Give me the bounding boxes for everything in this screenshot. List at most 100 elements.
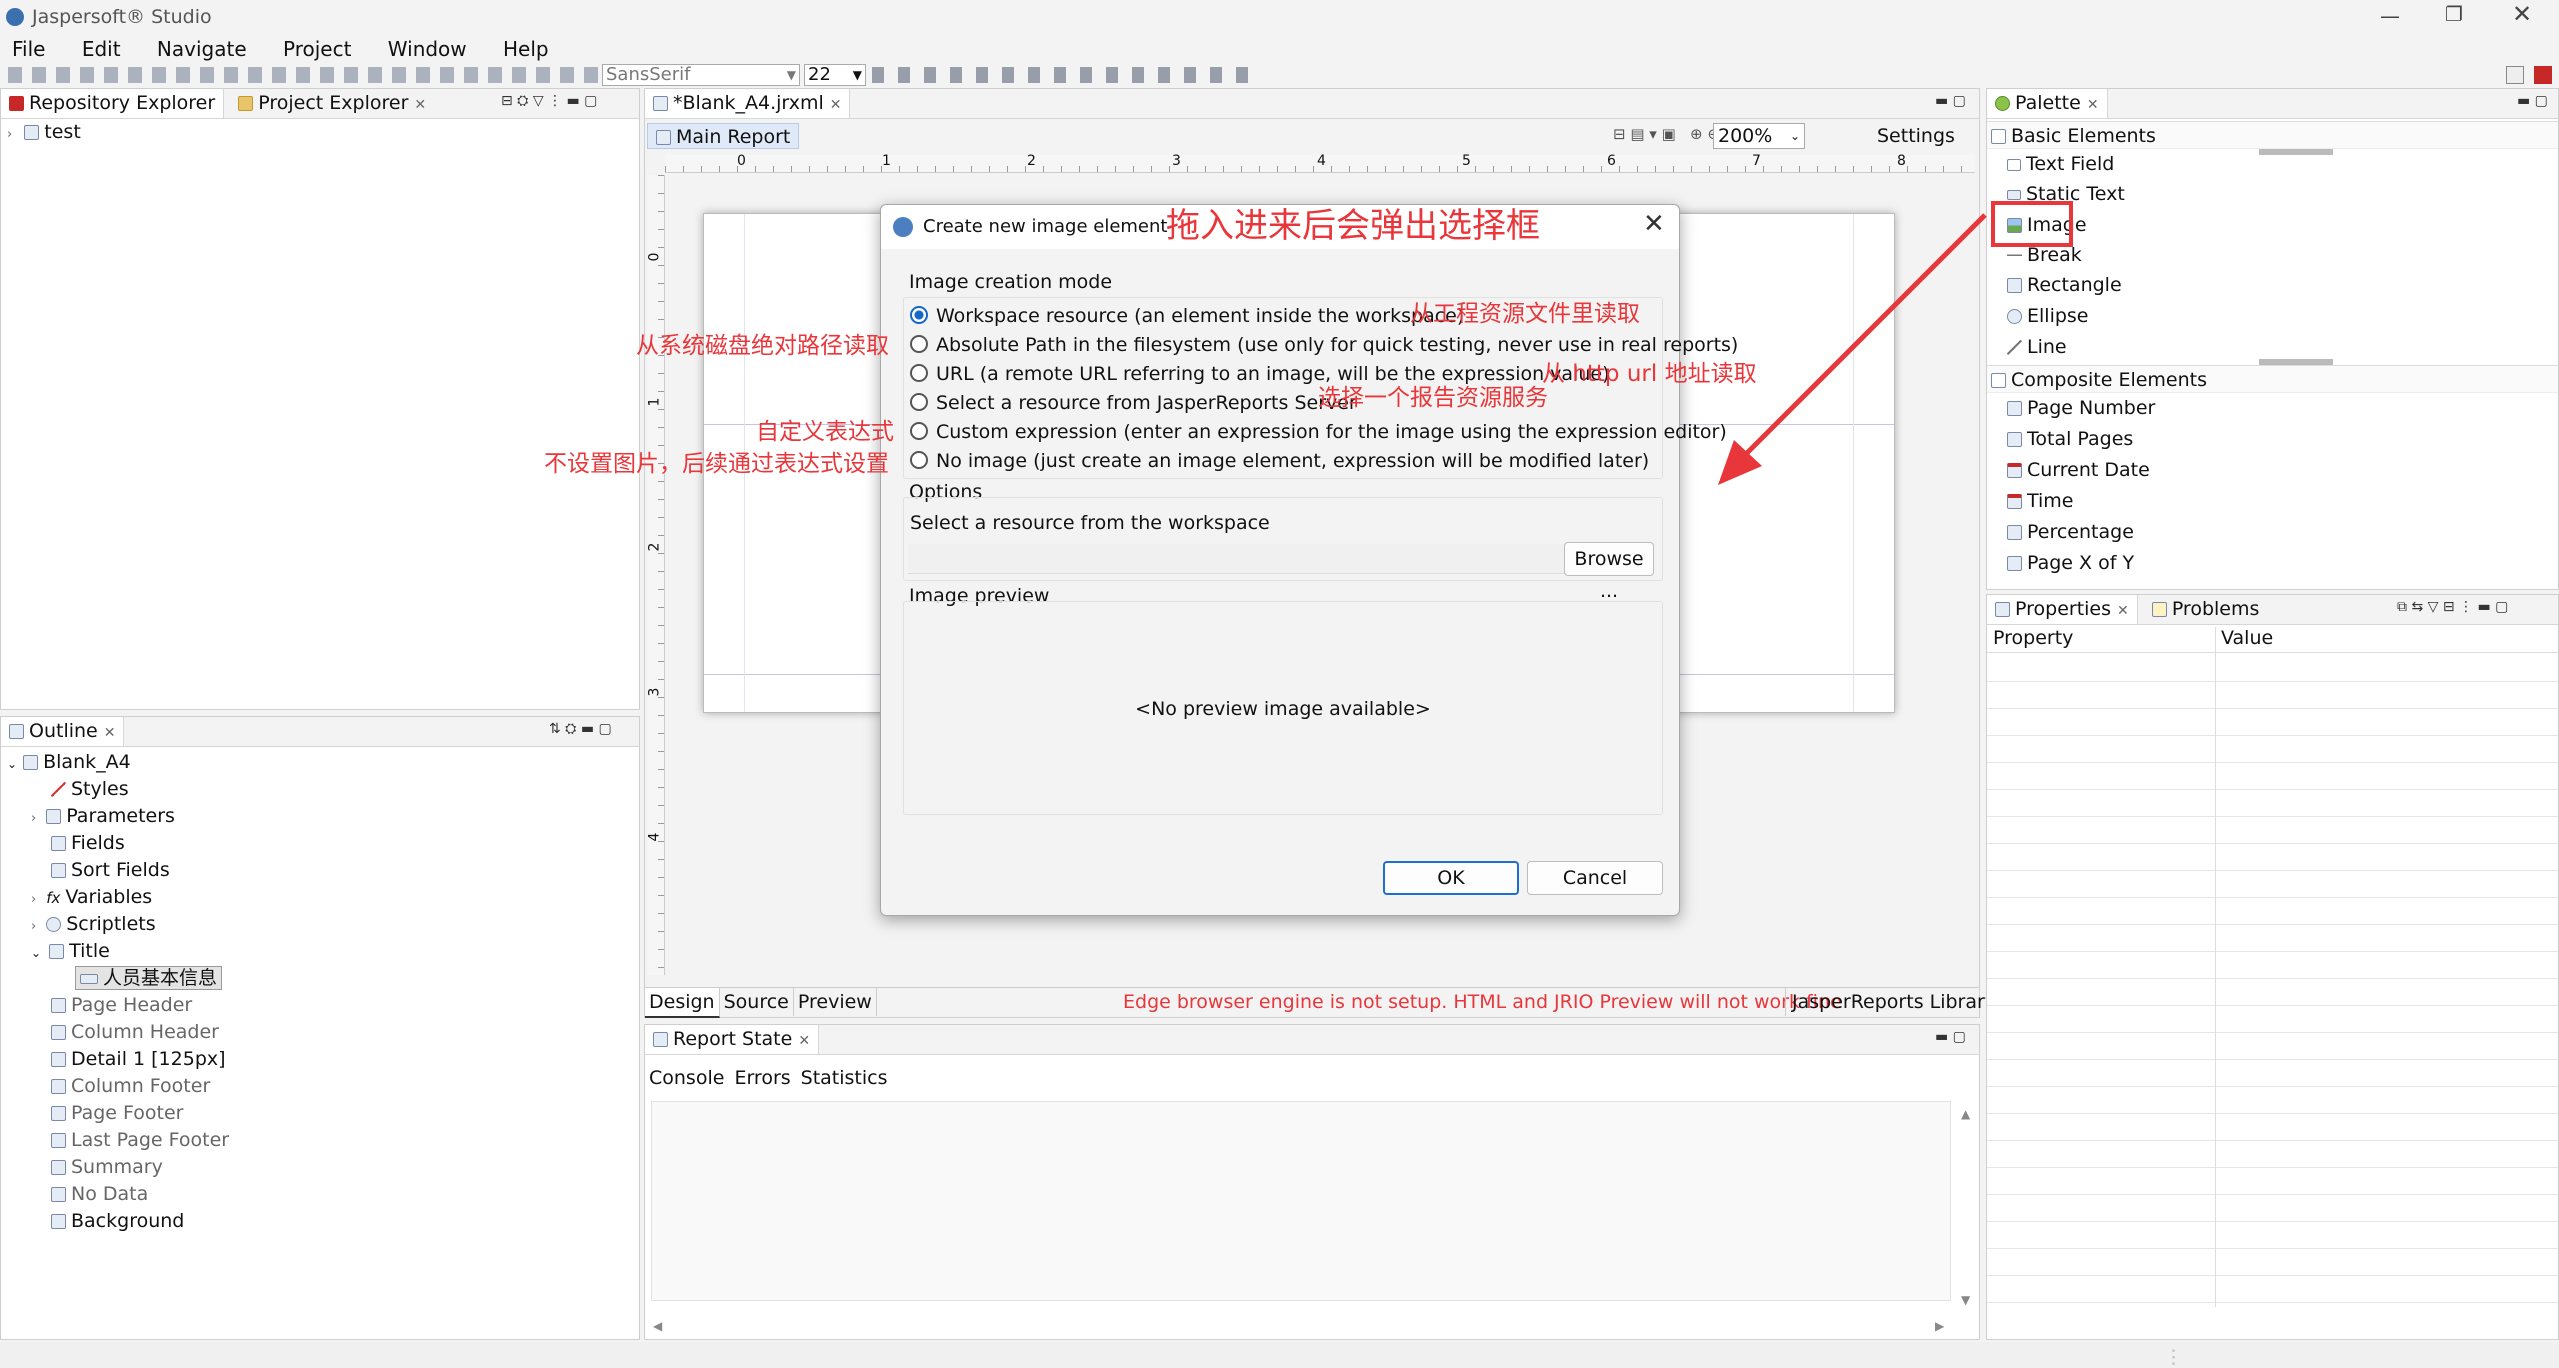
tab-repository-explorer[interactable]: Repository Explorer: [1, 89, 225, 118]
perspective-icon[interactable]: [2506, 66, 2524, 84]
palette-current-date[interactable]: Current Date: [1987, 455, 2558, 486]
view-toolbar-icons[interactable]: ⧉ ⇆ ▽ ⊟ ⋮ ▬ ▢: [2397, 599, 2508, 615]
toolbar-icons-right[interactable]: [872, 67, 1252, 83]
outline-item-page-footer[interactable]: Page Footer: [7, 1100, 229, 1127]
menu-edit[interactable]: Edit: [82, 37, 121, 61]
outline-item-fields[interactable]: Fields: [7, 830, 229, 857]
font-size-combo[interactable]: 22 ▼: [804, 64, 866, 86]
outline-icon: [9, 724, 24, 739]
subtab-console[interactable]: Console: [649, 1067, 724, 1089]
palette-composite-header[interactable]: Composite Elements: [1987, 365, 2558, 393]
close-icon[interactable]: ✕: [104, 725, 116, 741]
subtab-statistics[interactable]: Statistics: [801, 1067, 888, 1089]
report-perspective-icon[interactable]: [2534, 66, 2552, 84]
view-toolbar-icons[interactable]: ⊟ ⛭ ▽ ⋮ ▬ ▢: [501, 93, 597, 109]
scroll-left-icon[interactable]: ◀: [653, 1319, 662, 1333]
ok-button[interactable]: OK: [1383, 861, 1519, 895]
palette-time[interactable]: Time: [1987, 486, 2558, 517]
option-server[interactable]: Select a resource from JasperReports Ser…: [910, 389, 1357, 418]
outline-item-scriptlets[interactable]: › Scriptlets: [7, 911, 229, 938]
tab-label: *Blank_A4.jrxml: [673, 92, 824, 114]
tab-preview[interactable]: Preview: [794, 988, 877, 1016]
minimize-icon[interactable]: —: [2380, 4, 2400, 28]
subtab-errors[interactable]: Errors: [734, 1067, 790, 1089]
tab-palette[interactable]: Palette ✕: [1987, 89, 2108, 118]
scroll-down-icon[interactable]: ▼: [1961, 1293, 1970, 1307]
outline-item-sort-fields[interactable]: Sort Fields: [7, 857, 229, 884]
close-icon[interactable]: ✕: [2117, 603, 2129, 619]
palette-rectangle[interactable]: Rectangle: [1987, 270, 2558, 301]
scroll-up-icon[interactable]: ▲: [1961, 1107, 1970, 1121]
zoom-combo[interactable]: 200% ⌄: [1713, 123, 1805, 149]
palette-page-number[interactable]: Page Number: [1987, 393, 2558, 424]
scroll-thumb[interactable]: [2259, 359, 2333, 365]
close-icon[interactable]: ✕: [2087, 97, 2099, 113]
tree-item-test[interactable]: › test: [7, 119, 81, 146]
outline-item-detail[interactable]: Detail 1 [125px]: [7, 1046, 229, 1073]
outline-item-page-header[interactable]: Page Header: [7, 992, 229, 1019]
menu-view[interactable]: Navigate: [157, 37, 247, 61]
radio-absolute-path[interactable]: [910, 334, 928, 353]
option-workspace[interactable]: Workspace resource (an element inside th…: [910, 302, 1464, 331]
outline-item-static-text[interactable]: 人员基本信息: [7, 965, 229, 992]
radio-workspace[interactable]: [910, 305, 928, 324]
tab-source[interactable]: Source: [720, 988, 794, 1016]
zoom-icons[interactable]: ⊟ ▤ ▾ ▣ ⊕ ⊖: [1613, 125, 1720, 143]
option-custom-expression[interactable]: Custom expression (enter an expression f…: [910, 418, 1727, 447]
outline-root[interactable]: ⌄ Blank_A4: [7, 749, 229, 776]
outline-item-column-footer[interactable]: Column Footer: [7, 1073, 229, 1100]
close-window-icon[interactable]: ✕: [2512, 0, 2532, 28]
resource-path-field[interactable]: [908, 544, 1568, 574]
close-icon[interactable]: ✕: [830, 97, 842, 113]
scroll-thumb[interactable]: [2259, 149, 2333, 155]
palette-total-pages[interactable]: Total Pages: [1987, 424, 2558, 455]
close-icon[interactable]: ✕: [798, 1033, 810, 1049]
dialog-close-icon[interactable]: ✕: [1643, 209, 1665, 239]
tab-outline[interactable]: Outline ✕: [1, 717, 125, 746]
outline-item-styles[interactable]: Styles: [7, 776, 229, 803]
tab-report-state[interactable]: Report State ✕: [645, 1025, 820, 1054]
view-toolbar-icons[interactable]: ▬ ▢: [1935, 1029, 1966, 1045]
option-no-image[interactable]: No image (just create an image element, …: [910, 447, 1649, 476]
scroll-right-icon[interactable]: ▶: [1935, 1319, 1944, 1333]
outline-item-parameters[interactable]: › Parameters: [7, 803, 229, 830]
menu-project[interactable]: Window: [388, 37, 467, 61]
outline-item-column-header[interactable]: Column Header: [7, 1019, 229, 1046]
radio-custom-expression[interactable]: [910, 421, 928, 440]
tab-blank-a4[interactable]: *Blank_A4.jrxml ✕: [645, 89, 851, 118]
tab-main-report[interactable]: Main Report: [647, 123, 800, 149]
radio-no-image[interactable]: [910, 450, 928, 469]
outline-item-background[interactable]: Background: [7, 1208, 229, 1235]
tab-design[interactable]: Design: [645, 988, 720, 1018]
radio-server[interactable]: [910, 392, 928, 411]
outline-item-summary[interactable]: Summary: [7, 1154, 229, 1181]
browse-button[interactable]: Browse ...: [1564, 542, 1654, 602]
cancel-button[interactable]: Cancel: [1527, 861, 1663, 895]
view-toolbar-icons[interactable]: ▬ ▢: [2517, 93, 2548, 109]
menu-file[interactable]: File: [12, 37, 45, 61]
band-icon: [49, 944, 65, 959]
outline-item-no-data[interactable]: No Data: [7, 1181, 229, 1208]
tab-properties[interactable]: Properties ✕: [1987, 595, 2138, 624]
palette-page-x-of-y[interactable]: Page X of Y: [1987, 548, 2558, 579]
toolbar-icons-left[interactable]: [8, 67, 598, 83]
view-toolbar-icons[interactable]: ⇅ ⛭ ▬ ▢: [549, 721, 612, 737]
outline-item-last-page-footer[interactable]: Last Page Footer: [7, 1127, 229, 1154]
palette-basic-header[interactable]: Basic Elements: [1987, 121, 2558, 149]
jasperreports-library-label[interactable]: JasperReports Library: [1785, 988, 1996, 1016]
radio-url[interactable]: [910, 363, 928, 382]
menu-window[interactable]: Help: [503, 37, 549, 61]
font-name-combo[interactable]: SansSerif ▼: [602, 64, 800, 86]
outline-item-variables[interactable]: › fx Variables: [7, 884, 229, 911]
dialog-app-icon: [893, 217, 913, 237]
restore-icon[interactable]: ❐: [2445, 2, 2463, 26]
tab-problems[interactable]: Problems: [2144, 595, 2268, 624]
outline-item-title[interactable]: ⌄ Title: [7, 938, 229, 965]
tab-project-explorer[interactable]: Project Explorer ✕: [230, 89, 434, 118]
palette-ellipse[interactable]: Ellipse: [1987, 301, 2558, 332]
close-icon[interactable]: ✕: [414, 97, 426, 113]
view-toolbar-icons[interactable]: ▬ ▢: [1935, 93, 1966, 109]
palette-percentage[interactable]: Percentage: [1987, 517, 2558, 548]
menu-navigate[interactable]: Project: [283, 37, 351, 61]
title-bar: Jaspersoft® Studio — ❐ ✕: [0, 0, 2559, 36]
